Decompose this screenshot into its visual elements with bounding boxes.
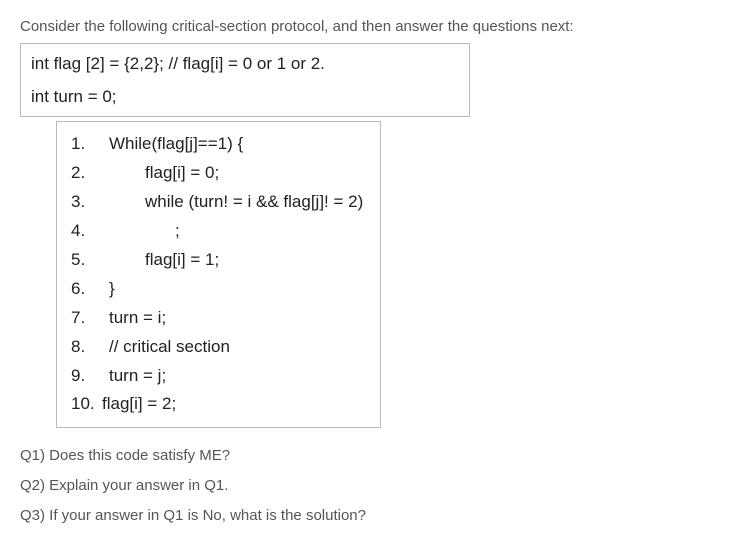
- code-text: turn = j;: [105, 362, 166, 391]
- code-text: flag[i] = 0;: [105, 159, 219, 188]
- code-line: 8. // critical section: [71, 333, 366, 362]
- code-text: While(flag[j]==1) {: [105, 130, 243, 159]
- intro-text: Consider the following critical-section …: [20, 15, 720, 39]
- code-line: 3. while (turn! = i && flag[j]! = 2): [71, 188, 366, 217]
- code-text: ;: [105, 217, 180, 246]
- line-number: 5.: [71, 246, 105, 275]
- code-line: 6. }: [71, 275, 366, 304]
- question-3: Q3) If your answer in Q1 is No, what is …: [20, 504, 720, 528]
- question-1: Q1) Does this code satisfy ME?: [20, 444, 720, 468]
- line-number: 6.: [71, 275, 105, 304]
- code-line: 1. While(flag[j]==1) {: [71, 130, 366, 159]
- code-line: 2. flag[i] = 0;: [71, 159, 366, 188]
- code-line: 9. turn = j;: [71, 362, 366, 391]
- code-line: 10. flag[i] = 2;: [71, 390, 366, 419]
- code-line: 5. flag[i] = 1;: [71, 246, 366, 275]
- code-text: while (turn! = i && flag[j]! = 2): [105, 188, 363, 217]
- code-text: // critical section: [105, 333, 230, 362]
- code-text: }: [105, 275, 115, 304]
- declaration-block: int flag [2] = {2,2}; // flag[i] = 0 or …: [20, 43, 470, 117]
- code-block: 1. While(flag[j]==1) { 2. flag[i] = 0; 3…: [56, 121, 381, 428]
- line-number: 2.: [71, 159, 105, 188]
- line-number: 8.: [71, 333, 105, 362]
- line-number: 4.: [71, 217, 105, 246]
- line-number: 3.: [71, 188, 105, 217]
- question-2: Q2) Explain your answer in Q1.: [20, 474, 720, 498]
- code-line: 4. ;: [71, 217, 366, 246]
- decl-line-1: int flag [2] = {2,2}; // flag[i] = 0 or …: [31, 54, 325, 73]
- code-text: flag[i] = 1;: [105, 246, 219, 275]
- code-text: flag[i] = 2;: [98, 390, 176, 419]
- line-number: 1.: [71, 130, 105, 159]
- decl-line-2: int turn = 0;: [31, 87, 117, 106]
- code-text: turn = i;: [105, 304, 166, 333]
- code-line: 7. turn = i;: [71, 304, 366, 333]
- line-number: 7.: [71, 304, 105, 333]
- line-number: 9.: [71, 362, 105, 391]
